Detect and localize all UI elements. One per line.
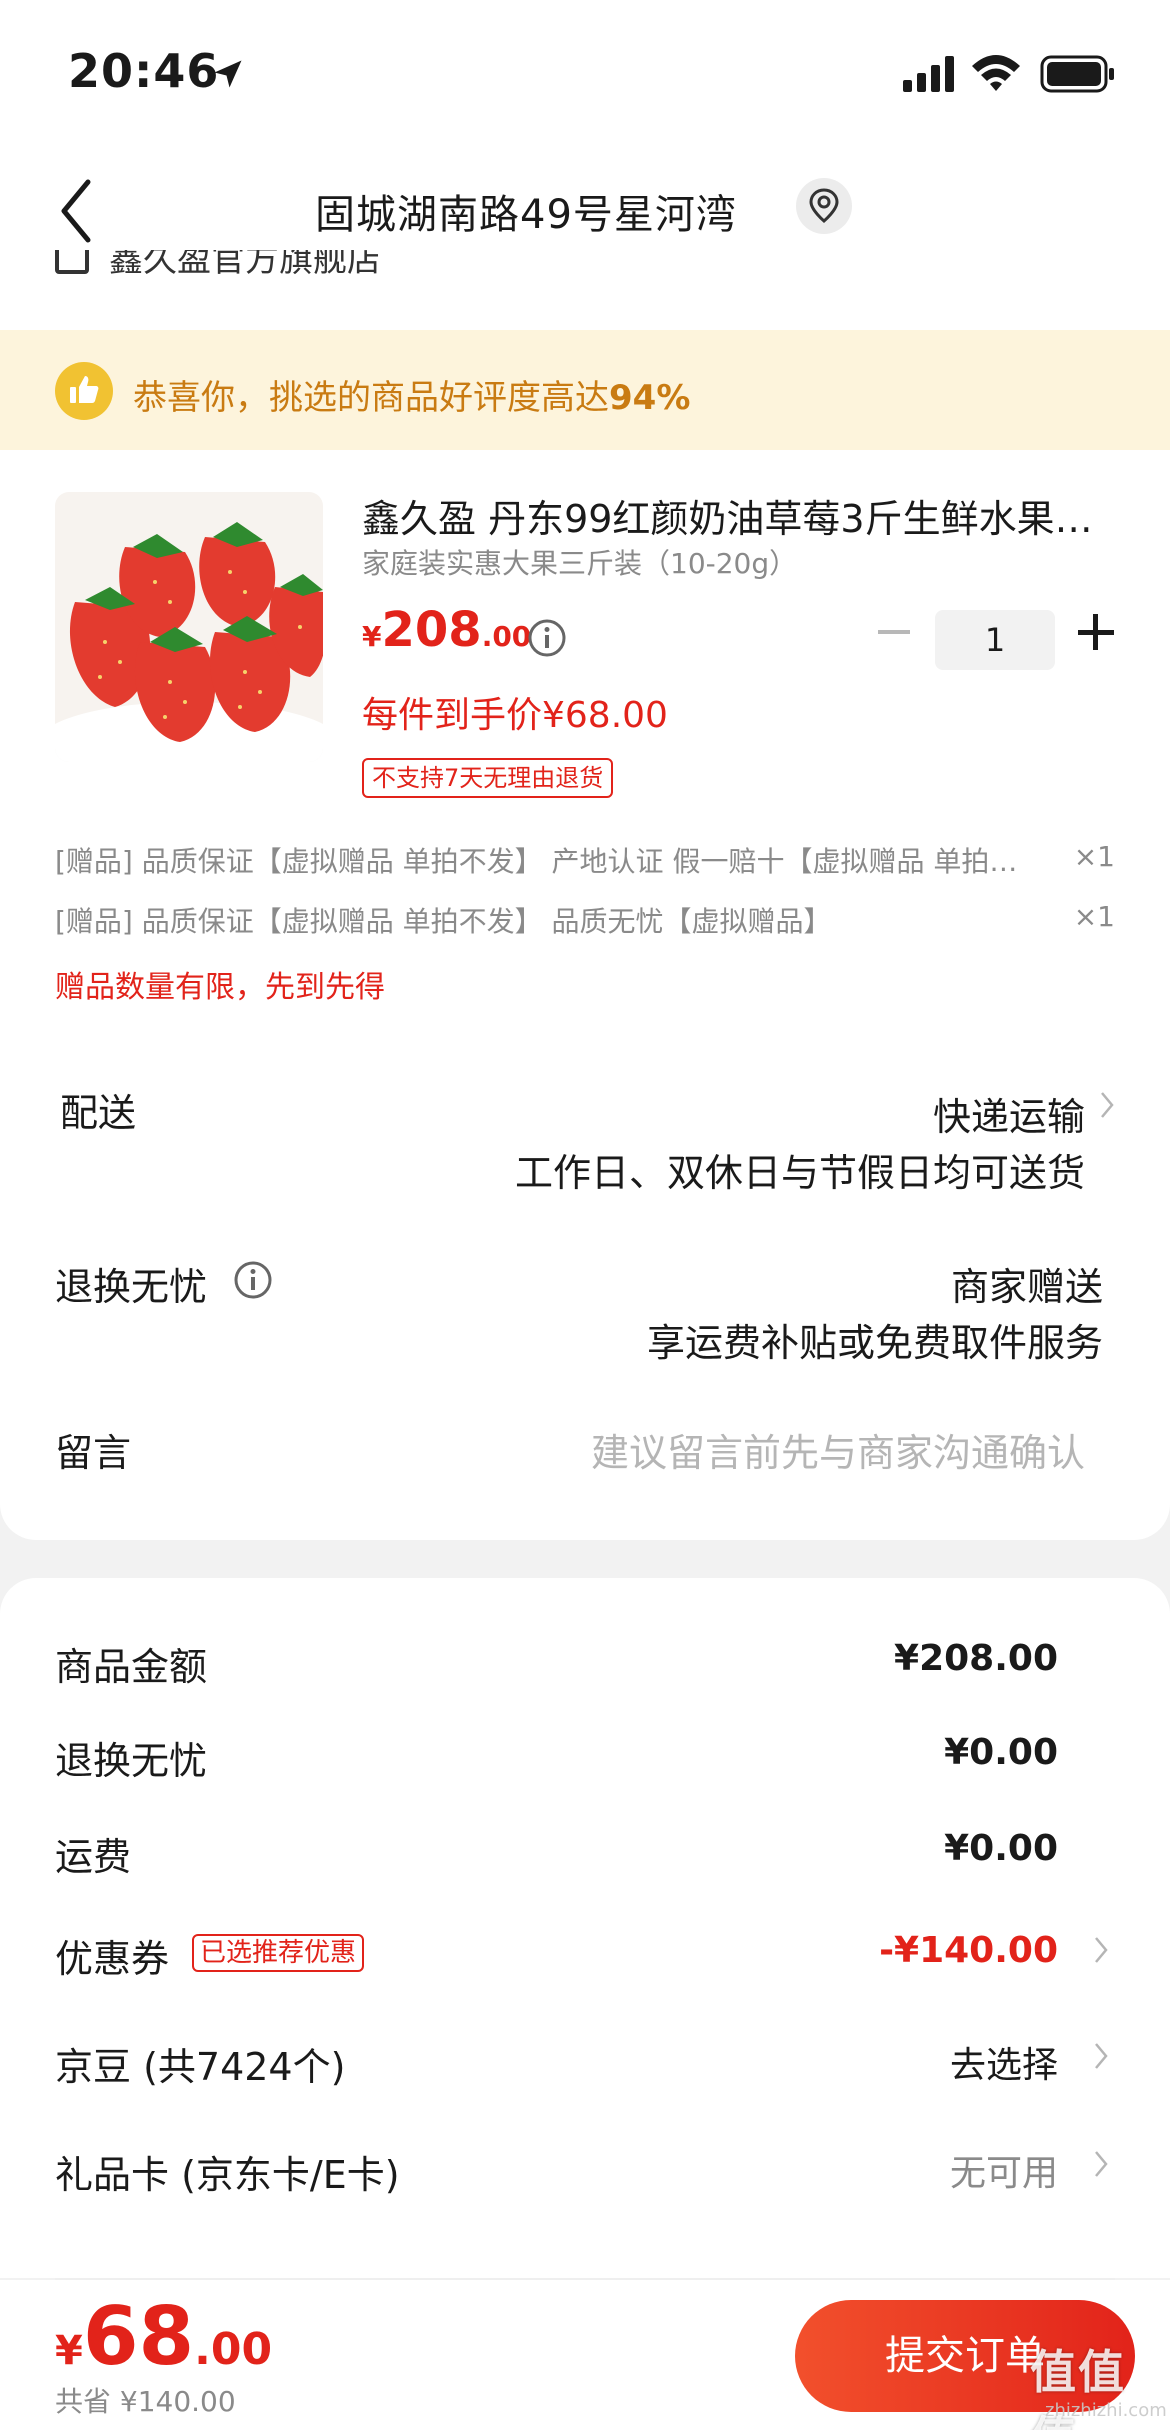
location-pin-icon bbox=[809, 188, 839, 223]
shipping-label: 运费 bbox=[55, 1835, 132, 1879]
coupon-badge: 已选推荐优惠 bbox=[192, 1934, 365, 1972]
remark-label: 留言 bbox=[55, 1431, 132, 1475]
watermark-logo: 值值值 bbox=[1030, 2345, 1126, 2430]
jd-beans-value[interactable]: 去选择 bbox=[950, 2036, 1058, 2088]
product-image[interactable] bbox=[55, 492, 323, 762]
return-label: 退换无忧 bbox=[55, 1265, 208, 1309]
watermark-url: zhizhizhi.com bbox=[1045, 2400, 1167, 2421]
status-bar: 20:46 bbox=[0, 0, 1170, 140]
cellular-signal-icon bbox=[903, 56, 954, 92]
total-symbol: ¥ bbox=[55, 2328, 83, 2374]
gift-card-chevron-icon[interactable] bbox=[1094, 2150, 1108, 2178]
price-decimal: .00 bbox=[481, 620, 532, 653]
address-title[interactable]: 固城湖南路49号星河湾 bbox=[315, 182, 737, 240]
strawberry-image bbox=[55, 522, 323, 762]
checkout-bar: ¥68.00 共省 ¥140.00 提交订单 bbox=[0, 2280, 1170, 2430]
coupon-label: 优惠券 bbox=[55, 1937, 170, 1981]
return-fee-value: ¥0.00 bbox=[944, 1732, 1058, 1773]
total-decimal: .00 bbox=[194, 2324, 273, 2375]
delivery-label: 配送 bbox=[60, 1091, 137, 1135]
shipping-value: ¥0.00 bbox=[944, 1828, 1058, 1869]
total-price: ¥68.00 bbox=[55, 2290, 272, 2383]
status-time: 20:46 bbox=[68, 44, 220, 98]
store-icon bbox=[55, 250, 89, 274]
jd-beans-label: 京豆 (共7424个) bbox=[55, 2045, 346, 2089]
quantity-increase-button[interactable] bbox=[1078, 614, 1114, 650]
coupon-value[interactable]: -¥140.00 bbox=[879, 1930, 1058, 1971]
location-arrow-icon bbox=[214, 60, 242, 88]
quantity-decrease-button[interactable] bbox=[878, 630, 910, 634]
thumbs-up-icon bbox=[55, 362, 113, 420]
price-symbol: ¥ bbox=[362, 620, 382, 653]
location-pin-button[interactable] bbox=[796, 178, 852, 234]
no-return-badge: 不支持7天无理由退货 bbox=[362, 758, 614, 798]
delivery-method[interactable]: 快递运输 bbox=[933, 1086, 1085, 1141]
store-name[interactable]: 鑫久盈官方旗舰店 bbox=[109, 250, 381, 281]
price-info-icon[interactable] bbox=[527, 618, 567, 658]
price-integer: 208 bbox=[381, 602, 482, 658]
product-spec: 家庭装实惠大果三斤装（10-20g） bbox=[362, 547, 798, 580]
return-sub: 享运费补贴或免费取件服务 bbox=[646, 1321, 1103, 1365]
banner-percent: 94% bbox=[609, 378, 691, 418]
return-fee-label: 退换无忧 bbox=[55, 1739, 208, 1783]
quantity-input[interactable]: 1 bbox=[935, 610, 1055, 670]
rating-banner: 恭喜你，挑选的商品好评度高达94% bbox=[0, 330, 1170, 450]
saved-amount: 共省 ¥140.00 bbox=[55, 2385, 236, 2418]
banner-message: 恭喜你，挑选的商品好评度高达 bbox=[133, 378, 609, 418]
return-info-icon[interactable] bbox=[233, 1260, 273, 1300]
goods-amount-value: ¥208.00 bbox=[894, 1638, 1058, 1679]
gift-card-label: 礼品卡 (京东卡/E卡) bbox=[55, 2153, 400, 2197]
banner-text: 恭喜你，挑选的商品好评度高达94% bbox=[133, 370, 690, 419]
remark-input[interactable]: 建议留言前先与商家沟通确认 bbox=[591, 1422, 1085, 1477]
gift-limit-note: 赠品数量有限，先到先得 bbox=[55, 970, 385, 1005]
gift-text: [赠品] 品质保证【虚拟赠品 单拍不发】 品质无忧【虚拟赠品】 bbox=[55, 905, 832, 938]
wifi-icon bbox=[972, 55, 1020, 91]
back-arrow-icon[interactable] bbox=[56, 176, 96, 246]
order-item-card: 鑫久盈 丹东99红颜奶油草莓3斤生鲜水果新鲜 家庭装实惠大果三斤装（10-20g… bbox=[0, 450, 1170, 1540]
coupon-chevron-icon[interactable] bbox=[1094, 1936, 1108, 1964]
return-value: 商家赠送 bbox=[950, 1265, 1103, 1309]
gift-text: [赠品] 品质保证【虚拟赠品 单拍不发】 产地认证 假一赔十【虚拟赠品 单拍不发… bbox=[55, 845, 1035, 878]
price-summary-card: 商品金额 ¥208.00 退换无忧 ¥0.00 运费 ¥0.00 优惠券 已选推… bbox=[0, 1578, 1170, 2278]
unit-final-price: 每件到手价¥68.00 bbox=[362, 695, 668, 736]
goods-amount-label: 商品金额 bbox=[55, 1645, 208, 1689]
product-price: ¥208.00 bbox=[362, 602, 531, 658]
jd-beans-chevron-icon[interactable] bbox=[1094, 2042, 1108, 2070]
gift-quantity: ×1 bbox=[1073, 840, 1115, 873]
gift-card-value[interactable]: 无可用 bbox=[950, 2144, 1058, 2196]
gift-quantity: ×1 bbox=[1073, 900, 1115, 933]
delivery-schedule: 工作日、双休日与节假日均可送货 bbox=[514, 1151, 1085, 1195]
store-row: 鑫久盈官方旗舰店 bbox=[0, 250, 1170, 330]
product-title[interactable]: 鑫久盈 丹东99红颜奶油草莓3斤生鲜水果新鲜 bbox=[362, 488, 1102, 543]
total-integer: 68 bbox=[82, 2290, 195, 2383]
battery-icon bbox=[1040, 55, 1114, 93]
delivery-chevron-icon[interactable] bbox=[1099, 1090, 1115, 1120]
